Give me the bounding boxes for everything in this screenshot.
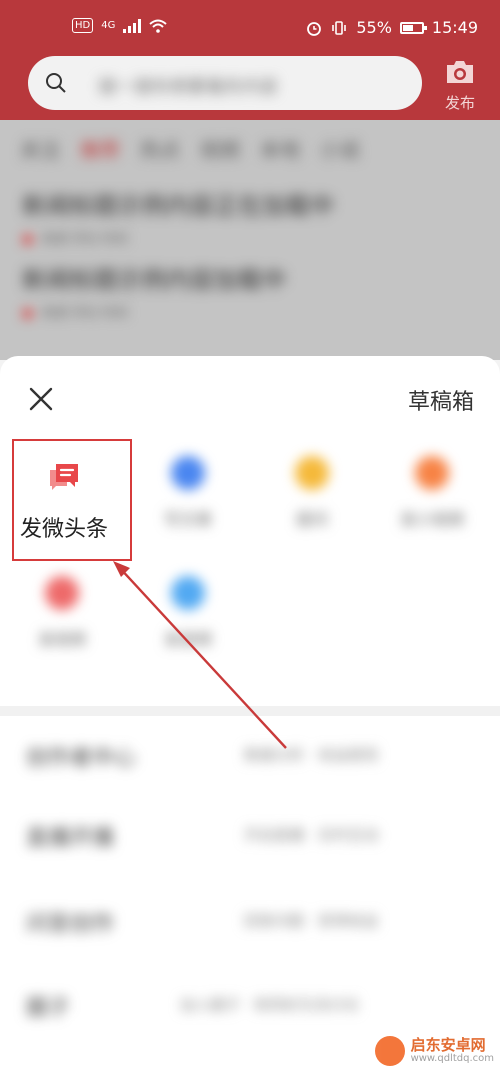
list-item-title: 问答创作 bbox=[26, 912, 115, 937]
camera-icon bbox=[447, 61, 473, 83]
tab-hot[interactable]: 热点 bbox=[140, 134, 180, 163]
watermark-title: 启东安卓网 bbox=[410, 1035, 486, 1054]
hd-badge: HD bbox=[72, 18, 94, 33]
ask-question-label: 提问 bbox=[295, 510, 328, 529]
search-icon bbox=[46, 73, 66, 93]
drafts-button[interactable]: 草稿箱 bbox=[408, 384, 474, 416]
post-micro-toutiao-button[interactable]: 发微头条 bbox=[12, 439, 132, 561]
post-video-button[interactable]: 发视频 bbox=[2, 576, 122, 650]
tab-recommend[interactable]: 推荐 bbox=[80, 134, 120, 163]
publish-label: 发布 bbox=[444, 94, 475, 112]
article-icon bbox=[171, 456, 205, 490]
watermark-logo-icon bbox=[374, 1036, 405, 1066]
watermark-text: 启东安卓网 www.qdltdq.com bbox=[410, 1035, 494, 1064]
search-placeholder: 搜一搜你想要看的内容 bbox=[98, 77, 278, 98]
micro-post-label: 发微头条 bbox=[20, 517, 109, 542]
clock: 15:49 bbox=[431, 18, 478, 37]
site-watermark: 启东安卓网 www.qdltdq.com bbox=[374, 1035, 494, 1066]
post-audio-button[interactable]: 发音频 bbox=[128, 576, 248, 650]
list-item-desc: 加入圈子 · 和同好交流讨论 bbox=[180, 996, 360, 1014]
battery-icon bbox=[399, 21, 427, 34]
list-item-desc: 开启直播 · 实时互动 bbox=[244, 826, 379, 844]
background-feed: 关注 推荐 热点 视频 本地 小说 新闻标题示例内容正在加载中 ● 来源 评论 时… bbox=[0, 120, 500, 360]
wifi-icon bbox=[149, 19, 168, 33]
app-header: HD 4G 55% 15:49 搜一搜你想要看的内容 发布 bbox=[0, 0, 500, 120]
short-video-label: 发小视频 bbox=[399, 510, 464, 529]
post-audio-label: 发音频 bbox=[163, 630, 212, 649]
list-item-title: 圈子 bbox=[26, 996, 71, 1021]
write-article-button[interactable]: 写文章 bbox=[128, 456, 248, 530]
list-item[interactable]: 直播开播 开启直播 · 实时互动 bbox=[0, 806, 500, 866]
battery-percent: 55% bbox=[356, 18, 392, 37]
publish-button[interactable]: 发布 bbox=[438, 58, 482, 113]
short-video-button[interactable]: 发小视频 bbox=[372, 456, 492, 530]
micro-post-icon bbox=[50, 464, 78, 490]
watermark-url: www.qdltdq.com bbox=[410, 1052, 494, 1064]
news-title-1[interactable]: 新闻标题示例内容正在加载中 bbox=[22, 186, 334, 221]
news-title-2[interactable]: 新闻标题示例内容加载中 bbox=[22, 260, 286, 295]
status-bar: HD 4G 55% 15:49 bbox=[0, 14, 500, 44]
close-icon[interactable] bbox=[28, 386, 54, 412]
list-item[interactable]: 圈子 加入圈子 · 和同好交流讨论 bbox=[0, 976, 500, 1036]
feed-tabs: 关注 推荐 热点 视频 本地 小说 bbox=[20, 134, 360, 163]
section-divider bbox=[0, 706, 500, 716]
ask-question-button[interactable]: 提问 bbox=[252, 456, 372, 530]
write-article-label: 写文章 bbox=[163, 510, 212, 529]
video-icon bbox=[45, 576, 79, 610]
news-meta-text: 来源 评论 时间 bbox=[41, 306, 128, 321]
list-item-title: 直播开播 bbox=[26, 826, 115, 851]
audio-icon bbox=[171, 576, 205, 610]
signal-icon bbox=[123, 18, 142, 33]
list-item-desc: 数据分析 · 收益提现 bbox=[244, 746, 379, 764]
list-item[interactable]: 问答创作 回答问题 · 获得收益 bbox=[0, 892, 500, 952]
news-meta-tag: ● bbox=[22, 306, 34, 321]
post-video-label: 发视频 bbox=[37, 630, 86, 649]
list-item-title: 创作者中心 bbox=[26, 746, 137, 771]
network-label: 4G bbox=[101, 20, 116, 31]
vibrate-icon bbox=[332, 20, 347, 35]
alarm-icon bbox=[307, 21, 322, 36]
tab-novel[interactable]: 小说 bbox=[320, 134, 360, 163]
status-left: HD 4G bbox=[72, 18, 168, 33]
question-icon bbox=[295, 456, 329, 490]
tab-local[interactable]: 本地 bbox=[260, 134, 300, 163]
tab-video[interactable]: 视频 bbox=[200, 134, 240, 163]
short-video-icon bbox=[415, 456, 449, 490]
news-meta-2: ● 来源 评论 时间 bbox=[22, 302, 128, 321]
news-meta-text: 来源 评论 时间 bbox=[41, 232, 128, 247]
tab-follow[interactable]: 关注 bbox=[20, 134, 60, 163]
list-item-desc: 回答问题 · 获得收益 bbox=[244, 912, 379, 930]
list-item[interactable]: 创作者中心 数据分析 · 收益提现 bbox=[0, 726, 500, 786]
news-meta-tag: ● bbox=[22, 232, 34, 247]
status-right: 55% 15:49 bbox=[306, 18, 478, 37]
publish-sheet: 草稿箱 发微头条 写文章 提问 发小视频 发视频 发音频 创作者中心 数据分析 … bbox=[0, 356, 500, 1070]
search-bar[interactable]: 搜一搜你想要看的内容 bbox=[28, 56, 422, 110]
news-meta-1: ● 来源 评论 时间 bbox=[22, 228, 128, 247]
